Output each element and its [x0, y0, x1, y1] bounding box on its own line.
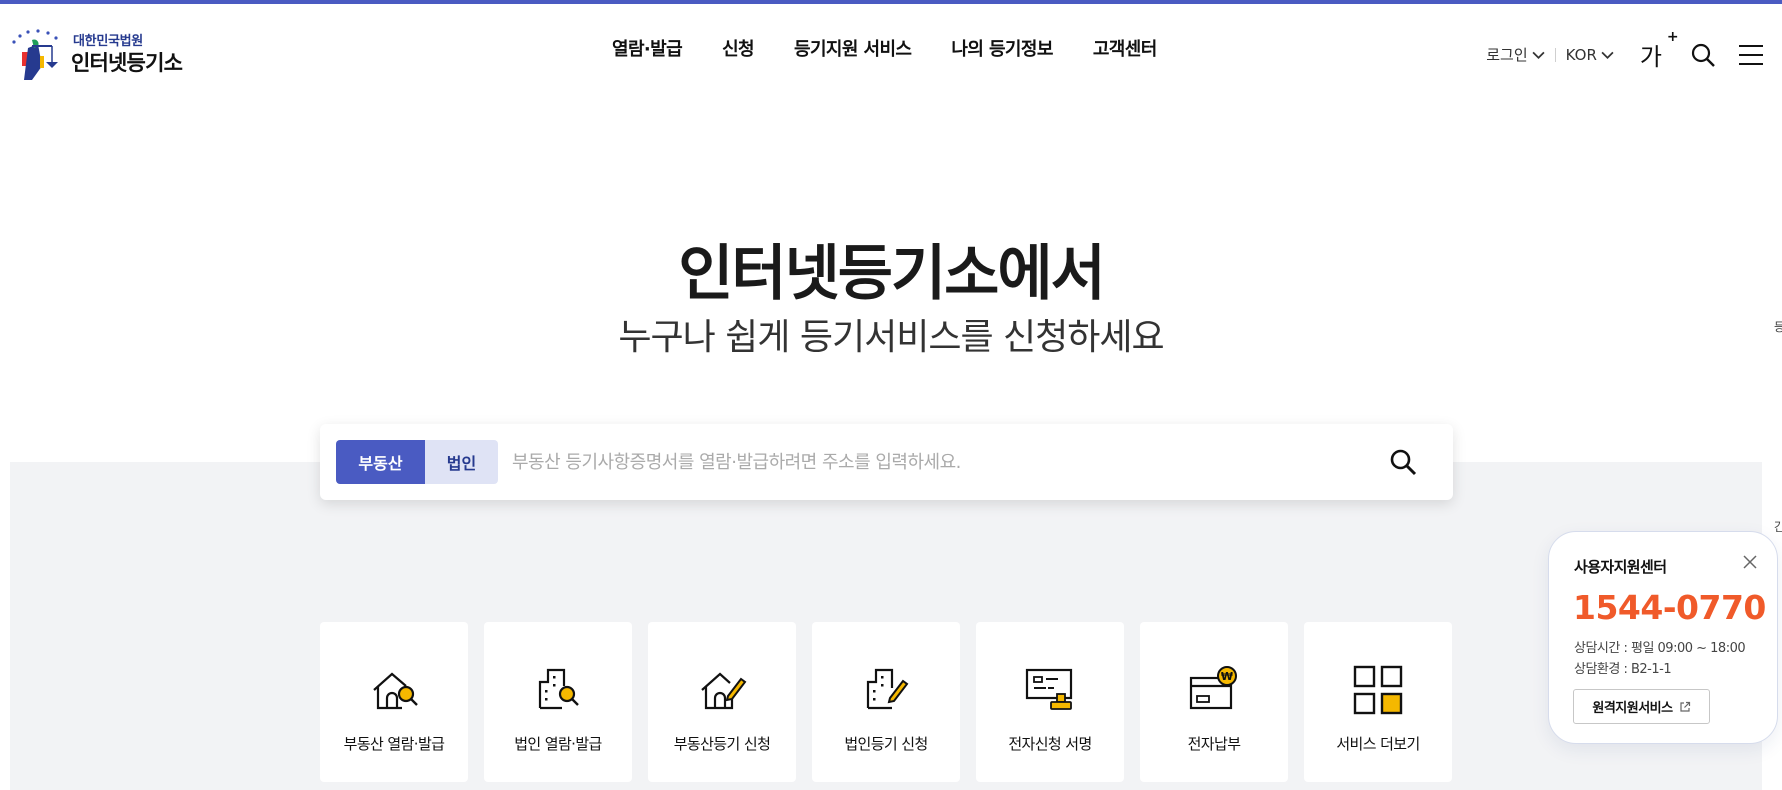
external-link-icon [1680, 701, 1690, 712]
building-pen-icon [866, 668, 909, 710]
language-dropdown[interactable]: KOR [1566, 46, 1614, 64]
nav-item-apply[interactable]: 신청 [722, 35, 755, 61]
tab-real-estate[interactable]: 부동산 [336, 440, 425, 484]
svg-text:₩: ₩ [1221, 670, 1233, 683]
service-card-label: 법인등기 신청 [844, 735, 928, 753]
service-card-real-estate-apply[interactable]: 부동산등기 신청 [648, 622, 796, 782]
support-center-popup: 사용자지원센터 1544-0770 상담시간 : 평일 09:00 ~ 18:0… [1548, 531, 1778, 744]
nav-item-support-services[interactable]: 등기지원 서비스 [794, 35, 912, 61]
utility-menu: 로그인 KOR 가 + [1486, 29, 1764, 72]
service-card-label: 법인 열람·발급 [514, 735, 602, 753]
divider [1554, 47, 1556, 62]
site-header: 대한민국법원 인터넷등기소 열람·발급 신청 등기지원 서비스 나의 등기정보 … [0, 4, 1782, 96]
font-size-plus: + [1666, 29, 1679, 45]
service-card-more[interactable]: 서비스 더보기 [1304, 622, 1452, 782]
hamburger-icon [1739, 44, 1763, 65]
service-card-corporate-apply[interactable]: 법인등기 신청 [812, 622, 960, 782]
address-search-input[interactable] [512, 440, 1362, 484]
login-dropdown[interactable]: 로그인 [1486, 44, 1545, 65]
service-card-real-estate-view[interactable]: 부동산 열람·발급 [320, 622, 468, 782]
chevron-down-icon [1532, 51, 1545, 59]
site-logo[interactable]: 대한민국법원 인터넷등기소 [8, 22, 198, 82]
font-size-button[interactable]: 가 + [1639, 29, 1679, 72]
service-card-label: 부동산등기 신청 [673, 735, 771, 753]
search-icon [1691, 43, 1715, 67]
service-card-label: 부동산 열람·발급 [343, 735, 445, 753]
document-stamp-icon [1025, 668, 1073, 710]
service-card-label: 서비스 더보기 [1336, 735, 1420, 753]
service-card-e-sign[interactable]: 전자신청 서명 [976, 622, 1124, 782]
remote-support-label: 원격지원서비스 [1592, 701, 1673, 716]
support-title: 사용자지원센터 [1574, 558, 1667, 576]
search-submit-button[interactable] [1389, 448, 1417, 480]
house-pen-icon [701, 672, 747, 710]
hero-subtitle: 누구나 쉽게 등기서비스를 신청하세요 [618, 317, 1164, 358]
service-card-e-payment[interactable]: ₩ 전자납부 [1140, 622, 1288, 782]
nav-item-customer-center[interactable]: 고객센터 [1093, 35, 1157, 61]
support-hours: 상담시간 : 평일 09:00 ~ 18:00 [1574, 641, 1746, 656]
service-card-label: 전자납부 [1187, 735, 1241, 753]
building-search-icon [538, 668, 579, 710]
remote-support-button[interactable]: 원격지원서비스 [1573, 689, 1710, 724]
search-button[interactable] [1690, 42, 1716, 68]
hero-title: 인터넷등기소에서 [678, 239, 1106, 309]
quick-menu-fragment[interactable]: 간 [1774, 518, 1782, 535]
close-icon [1743, 555, 1757, 569]
font-size-label: 가 [1639, 43, 1662, 71]
service-card-label: 전자신청 서명 [1008, 735, 1092, 753]
quick-menu-fragment[interactable]: 등 [1774, 318, 1782, 335]
nav-item-my-info[interactable]: 나의 등기정보 [951, 35, 1053, 61]
service-card-corporate-view[interactable]: 법인 열람·발급 [484, 622, 632, 782]
grid-icon [1353, 665, 1403, 715]
tab-corporation[interactable]: 법인 [425, 440, 498, 484]
logo-site-name: 인터넷등기소 [71, 51, 183, 75]
menu-button[interactable] [1738, 44, 1764, 66]
house-search-icon [373, 672, 418, 710]
login-label: 로그인 [1486, 46, 1528, 64]
search-icon [1390, 449, 1417, 476]
support-close-button[interactable] [1743, 554, 1757, 573]
court-emblem-icon [12, 29, 58, 80]
card-won-icon: ₩ [1189, 666, 1237, 710]
chevron-down-icon [1601, 51, 1614, 59]
service-cards: 부동산 열람·발급 법인 열람·발급 부동산등기 신청 법인등기 신청 전자신청… [320, 622, 1452, 782]
support-phone: 1544-0770 [1573, 588, 1766, 627]
main-nav: 열람·발급 신청 등기지원 서비스 나의 등기정보 고객센터 [612, 35, 1157, 61]
language-label: KOR [1565, 45, 1597, 64]
nav-item-view-issue[interactable]: 열람·발급 [612, 35, 683, 61]
search-box: 부동산 법인 [320, 424, 1453, 500]
support-environment: 상담환경 : B2-1-1 [1574, 662, 1672, 677]
